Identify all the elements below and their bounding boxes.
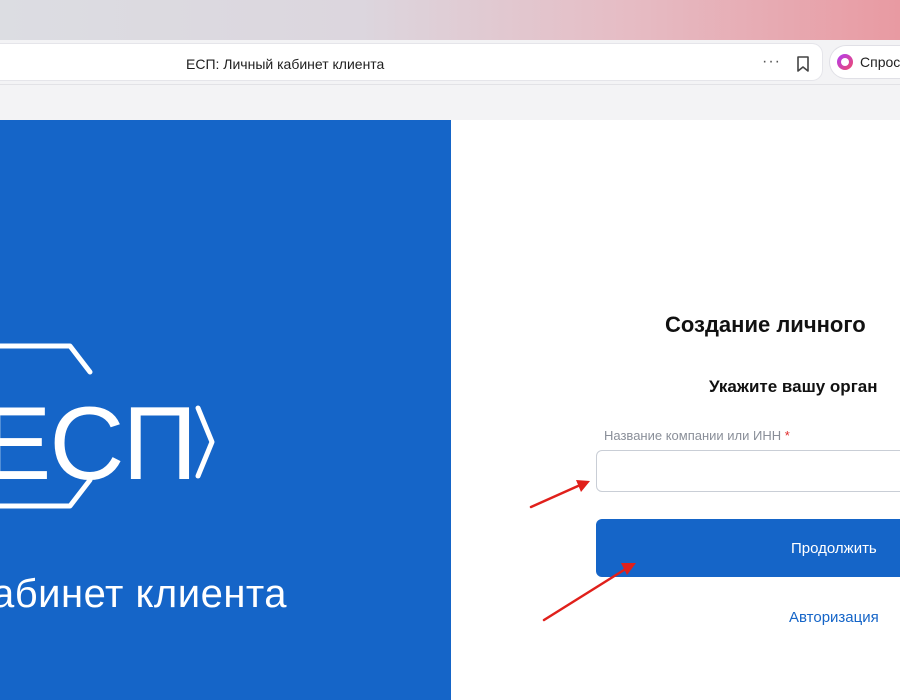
ask-button-label: Спрос bbox=[860, 54, 900, 70]
brand-logo-text: ЕСП bbox=[0, 386, 197, 502]
company-field-label: Название компании или ИНН * bbox=[604, 428, 790, 443]
form-subtitle: Укажите вашу орган bbox=[709, 377, 878, 396]
page-title: ЕСП: Личный кабинет клиента bbox=[186, 56, 385, 72]
url-field[interactable]: ЕСП: Личный кабинет клиента ··· bbox=[0, 44, 822, 80]
ask-alice-button[interactable]: Спрос bbox=[830, 46, 900, 78]
required-marker: * bbox=[784, 428, 790, 443]
authorization-link[interactable]: Авторизация bbox=[789, 609, 879, 626]
brand-subtitle: абинет клиента bbox=[0, 572, 288, 616]
continue-button[interactable]: Продолжить bbox=[596, 519, 900, 577]
brand-panel: ЕСП абинет клиента bbox=[0, 120, 451, 700]
company-field-label-text: Название компании или ИНН bbox=[604, 428, 782, 443]
company-name-or-inn-input[interactable] bbox=[596, 450, 900, 492]
bookmarks-bar bbox=[0, 85, 900, 120]
more-icon[interactable]: ··· bbox=[762, 52, 784, 72]
registration-form-panel: Создание личного Укажите вашу орган Назв… bbox=[451, 120, 900, 700]
alice-icon bbox=[837, 54, 853, 70]
browser-address-bar: ЕСП: Личный кабинет клиента ··· bbox=[0, 40, 900, 85]
bookmark-icon[interactable] bbox=[796, 56, 810, 72]
form-title: Создание личного bbox=[665, 312, 866, 337]
browser-tab-strip bbox=[0, 0, 900, 40]
